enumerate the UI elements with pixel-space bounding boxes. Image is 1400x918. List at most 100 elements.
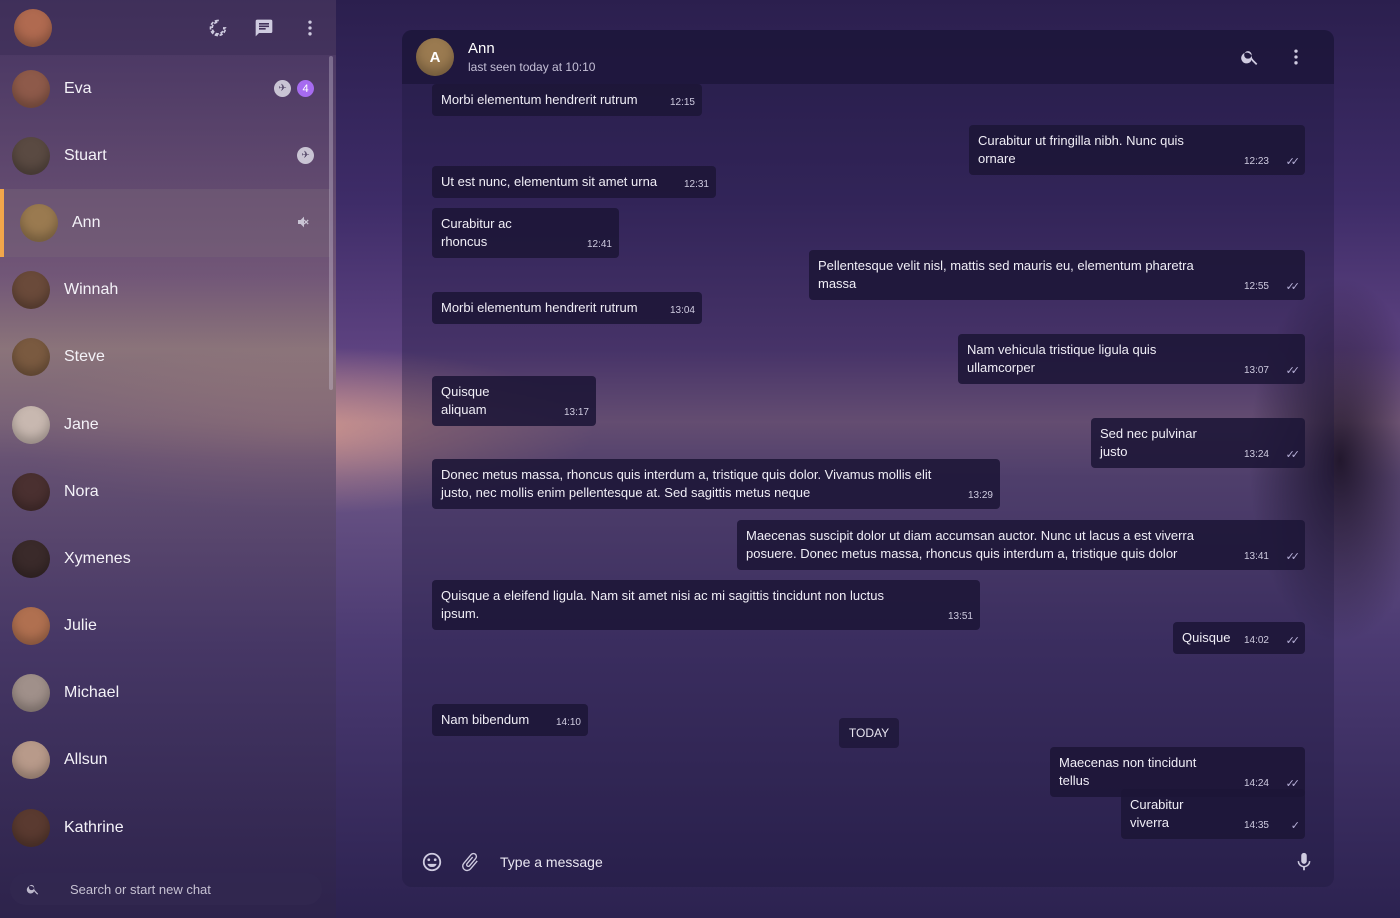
search-icon <box>26 884 39 895</box>
message-time: 12:41 <box>586 239 612 250</box>
double-check-icon: ✓✓ <box>1285 156 1301 168</box>
chat-window: A Ann last seen today at 10:10 TODAY Mor… <box>402 30 1334 887</box>
message-text: Quisque <box>1182 630 1231 645</box>
chat-item-julie[interactable]: Julie <box>0 593 330 660</box>
message-time: 12:31 <box>683 179 709 190</box>
incoming-message[interactable]: Nam bibendum 14:10 <box>432 704 588 736</box>
avatar <box>12 607 50 646</box>
message-time: 13:17 <box>563 407 589 418</box>
avatar <box>12 271 50 310</box>
message-time: 13:24 <box>1243 449 1269 460</box>
outgoing-message[interactable]: Sed nec pulvinar justo 13:24 ✓✓ <box>1091 418 1305 468</box>
chat-item-stuart[interactable]: Stuart ✈ <box>0 122 330 189</box>
search-input[interactable] <box>70 881 290 897</box>
sidebar: Eva ✈ 4 Stuart ✈ Ann Winnah Steve Jane Nora Xymene… <box>0 0 336 918</box>
chat-name: Julie <box>64 617 97 635</box>
chat-item-allsun[interactable]: Allsun <box>0 727 330 794</box>
chat-list: Eva ✈ 4 Stuart ✈ Ann Winnah Steve Jane Nora Xymene… <box>0 55 330 861</box>
chat-item-michael[interactable]: Michael <box>0 660 330 727</box>
chat-item-eva[interactable]: Eva ✈ 4 <box>0 55 330 122</box>
day-separator: TODAY <box>839 718 899 748</box>
message-time: 13:51 <box>947 611 973 622</box>
message-text: Donec metus massa, rhoncus quis interdum… <box>441 467 932 500</box>
search-chat-icon[interactable] <box>1238 45 1262 69</box>
emoji-icon[interactable] <box>420 850 444 874</box>
outgoing-message[interactable]: Maecenas suscipit dolor ut diam accumsan… <box>737 520 1305 570</box>
message-time: 14:35 <box>1243 820 1269 831</box>
double-check-icon: ✓✓ <box>1285 551 1301 563</box>
avatar <box>12 472 50 511</box>
chat-item-xymenes[interactable]: Xymenes <box>0 525 330 592</box>
incoming-message[interactable]: Ut est nunc, elementum sit amet urna 12:3… <box>432 166 716 198</box>
chat-name: Michael <box>64 684 120 702</box>
message-text: Maecenas suscipit dolor ut diam accumsan… <box>746 528 1194 561</box>
message-time: 13:04 <box>669 305 695 316</box>
message-time: 12:23 <box>1243 156 1269 167</box>
chat-item-steve[interactable]: Steve <box>0 324 330 391</box>
message-text: Pellentesque velit nisl, mattis sed maur… <box>818 258 1194 291</box>
attach-icon[interactable] <box>458 850 482 874</box>
chat-name: Xymenes <box>64 549 131 567</box>
chat-name: Eva <box>64 79 92 97</box>
chat-item-ann[interactable]: Ann <box>0 189 330 257</box>
avatar <box>20 203 58 242</box>
my-avatar[interactable] <box>14 8 52 47</box>
avatar <box>12 674 50 713</box>
chat-menu-icon[interactable] <box>1284 45 1308 69</box>
chat-item-nora[interactable]: Nora <box>0 458 330 525</box>
chat-name: Steve <box>64 348 105 366</box>
search-box[interactable] <box>10 873 322 905</box>
incoming-message[interactable]: Quisque aliquam 13:17 <box>432 376 596 426</box>
outgoing-message[interactable]: Curabitur ut fringilla nibh. Nunc quis o… <box>969 125 1305 175</box>
contact-name[interactable]: Ann <box>468 40 595 57</box>
message-input[interactable] <box>500 844 1292 880</box>
avatar <box>12 539 50 578</box>
incoming-message[interactable]: Morbi elementum hendrerit rutrum 13:04 <box>432 292 702 324</box>
status-icon[interactable] <box>206 16 230 40</box>
chat-name: Stuart <box>64 146 107 164</box>
contact-avatar[interactable]: A <box>416 38 454 76</box>
unread-badge: 4 <box>297 80 314 98</box>
chat-item-jane[interactable]: Jane <box>0 391 330 458</box>
new-chat-icon[interactable] <box>252 16 276 40</box>
avatar <box>12 69 50 108</box>
chat-name: Nora <box>64 482 99 500</box>
message-list: TODAY Morbi elementum hendrerit rutrum 12… <box>402 84 1334 839</box>
pin-icon: ✈ <box>274 80 291 98</box>
sidebar-scrollbar[interactable] <box>329 56 333 390</box>
last-seen-status: last seen today at 10:10 <box>468 60 596 74</box>
double-check-icon: ✓✓ <box>1285 281 1301 293</box>
outgoing-message[interactable]: Quisque 14:02 ✓✓ <box>1173 622 1305 654</box>
avatar <box>12 808 50 847</box>
avatar <box>12 136 50 175</box>
message-time: 13:29 <box>967 490 993 501</box>
chat-header: A Ann last seen today at 10:10 <box>402 30 1334 84</box>
outgoing-message[interactable]: Pellentesque velit nisl, mattis sed maur… <box>809 250 1305 300</box>
double-check-icon: ✓✓ <box>1285 635 1301 647</box>
message-text: Curabitur ac rhoncus <box>441 216 512 249</box>
outgoing-message[interactable]: Curabitur viverra 14:35 ✓ <box>1121 789 1305 839</box>
microphone-icon[interactable] <box>1292 850 1316 874</box>
message-text: Morbi elementum hendrerit rutrum <box>441 92 638 107</box>
sidebar-header <box>0 0 336 55</box>
chat-item-winnah[interactable]: Winnah <box>0 257 330 324</box>
chat-item-kathrine[interactable]: Kathrine <box>0 794 330 861</box>
outgoing-message[interactable]: Nam vehicula tristique ligula quis ullam… <box>958 334 1305 384</box>
message-time: 14:10 <box>555 717 581 728</box>
incoming-message[interactable]: Morbi elementum hendrerit rutrum 12:15 <box>432 84 702 116</box>
muted-icon <box>296 214 314 232</box>
check-icon: ✓ <box>1290 820 1300 832</box>
message-time: 12:55 <box>1243 281 1269 292</box>
menu-icon[interactable] <box>298 16 322 40</box>
chat-name: Jane <box>64 415 99 433</box>
avatar <box>12 741 50 780</box>
incoming-message[interactable]: Curabitur ac rhoncus 12:41 <box>432 208 619 258</box>
avatar <box>12 405 50 444</box>
incoming-message[interactable]: Donec metus massa, rhoncus quis interdum… <box>432 459 1000 509</box>
message-time: 13:07 <box>1243 365 1269 376</box>
double-check-icon: ✓✓ <box>1285 365 1301 377</box>
incoming-message[interactable]: Quisque a eleifend ligula. Nam sit amet … <box>432 580 980 630</box>
message-time: 14:02 <box>1243 635 1269 646</box>
message-time: 12:15 <box>669 97 695 108</box>
chat-name: Allsun <box>64 751 108 769</box>
